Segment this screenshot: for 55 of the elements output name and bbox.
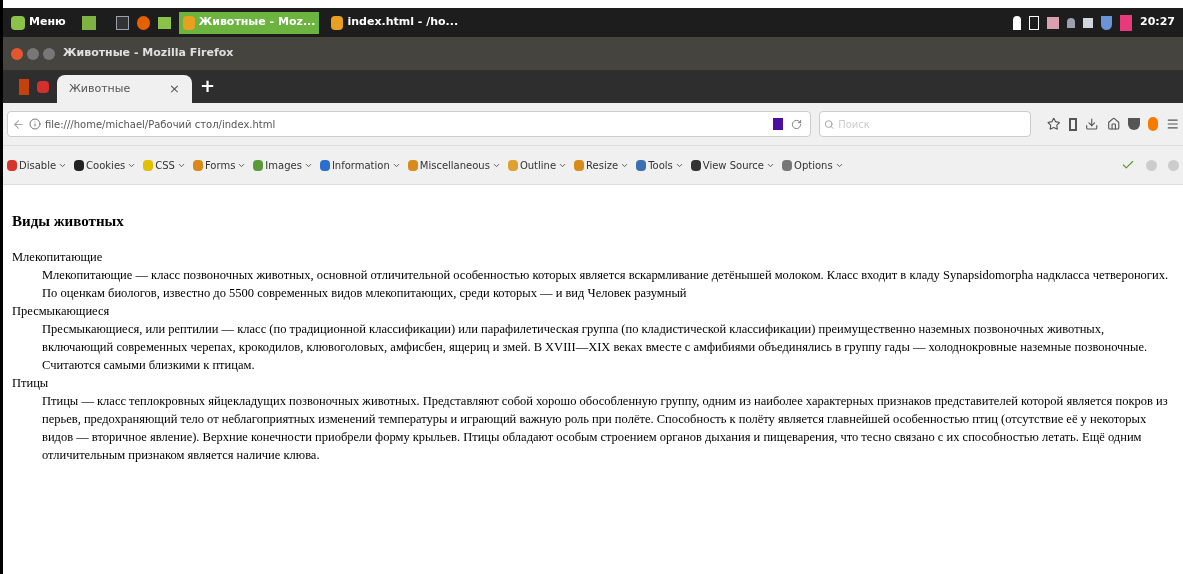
clock: 20:27 — [1140, 14, 1175, 31]
term: Птицы — [12, 375, 50, 392]
toolbar-menu-button[interactable]: Information — [319, 157, 401, 173]
menu-button[interactable]: Меню — [11, 14, 66, 31]
search-icon — [824, 118, 835, 130]
menu-icon[interactable] — [1165, 117, 1179, 131]
definition: Млекопитающие — класс позвоночных животных, основной отличительной особенностью которых является вскармливание детёнышей молоком. Класс входит в кладу Synapsidomorpha надкласса четвероногих. По оценкам биологов, известно до 5500 современных видов млекопитающих, среди которых — и вид Человек разумный — [41, 267, 1170, 302]
download-icon[interactable] — [1085, 117, 1099, 131]
toolbar-item-icon — [319, 159, 330, 171]
toolbar-item-icon — [192, 159, 203, 171]
taskbar-window-button[interactable]: index.html - /ho... — [327, 11, 463, 34]
toolbar-menu-button[interactable]: Cookies — [74, 157, 137, 173]
toolbar-menu-button[interactable]: View Source — [690, 157, 776, 173]
toolbar-menu-button[interactable]: Miscellaneous — [407, 157, 501, 173]
check-icon[interactable] — [1121, 158, 1135, 172]
toolbar-item-icon — [507, 159, 518, 171]
window-title: Животные - Mozilla Firefox — [63, 45, 234, 62]
app-icon — [331, 15, 344, 30]
terminal-icon[interactable] — [115, 15, 129, 30]
definition: Птицы — класс теплокровных яйцекладущих позвоночных животных. Представляют собой хорошо обособленную группу, одним из наиболее характерных признаков представителей которой является покров из перьев, предохраняющий тело от неблагоприятных изменений температуры и играющий важную роль при полёте. Способность к полёту является главнейшей особенностью птиц (отсутствие её у некоторых видов — вторичное явление). Верхние конечности приобрели форму крыльев. Птицы обладают особым строением органов дыхания и пищеварения, что тесно связано с их способностью летать. Ещё одним отличительным признаком является наличие клюва. — [41, 393, 1169, 464]
shield-icon[interactable] — [1101, 15, 1112, 30]
toolbar-menu-button[interactable]: CSS — [143, 157, 186, 173]
info-icon[interactable] — [29, 118, 41, 130]
new-tab-button[interactable]: + — [200, 72, 216, 99]
toolbar-menu-button[interactable]: Disable — [7, 157, 68, 173]
toolbar-item-icon — [574, 159, 585, 171]
address-field[interactable]: file:///home/michael/Рабочий стол/index.html — [7, 111, 811, 137]
toolbar-item-icon — [143, 159, 154, 171]
page-heading: Виды животных — [12, 212, 125, 230]
toolbar-menu-button[interactable]: Options — [782, 157, 844, 173]
toolbar-menu-button[interactable]: Images — [253, 157, 313, 173]
tab-close-button[interactable]: × — [169, 79, 180, 99]
term: Пресмыкающиеся — [12, 303, 111, 320]
home-icon[interactable] — [1106, 117, 1121, 131]
toolbar-item-icon — [7, 159, 17, 171]
toolbar-item-icon — [253, 159, 264, 171]
url-text: file:///home/michael/Рабочий стол/index.html — [45, 117, 277, 132]
toolbar-item-icon — [74, 159, 85, 171]
toolbar-menu-button[interactable]: Forms — [192, 157, 247, 173]
app-icon — [182, 15, 195, 30]
toolbar-menu-button[interactable]: Tools — [636, 157, 684, 173]
tab-title: Животные — [69, 80, 131, 97]
toolbar-item-icon — [690, 159, 701, 171]
browser-tab[interactable]: Животные × — [57, 75, 192, 103]
star-icon[interactable] — [1047, 117, 1061, 131]
close-icon[interactable] — [11, 47, 23, 60]
logo-icon — [11, 15, 25, 30]
reload-icon[interactable] — [791, 118, 802, 130]
toolbar-item-icon — [782, 159, 793, 171]
toolbar-item-icon — [636, 159, 647, 171]
definition: Пресмыкающиеся, или рептилии — класс (по традиционной классификации) или парафилетическая группа (по кладистической классификации) преимущественно наземных позвоночных животных, включающий современных черепах, крокодилов, клювоголовых, амфисбен, ящериц и змей. В XVIII—XIX веках вместе с амфибиями объединялись в группу гады — холоднокровные наземные позвоночные. Считаются самыми близкими к птицам. — [41, 321, 1149, 374]
term: Млекопитающие — [12, 249, 104, 266]
toolbar-menu-button[interactable]: Outline — [507, 157, 568, 173]
toolbar-menu-button[interactable]: Resize — [574, 157, 630, 173]
toolbar-item-icon — [407, 159, 418, 171]
